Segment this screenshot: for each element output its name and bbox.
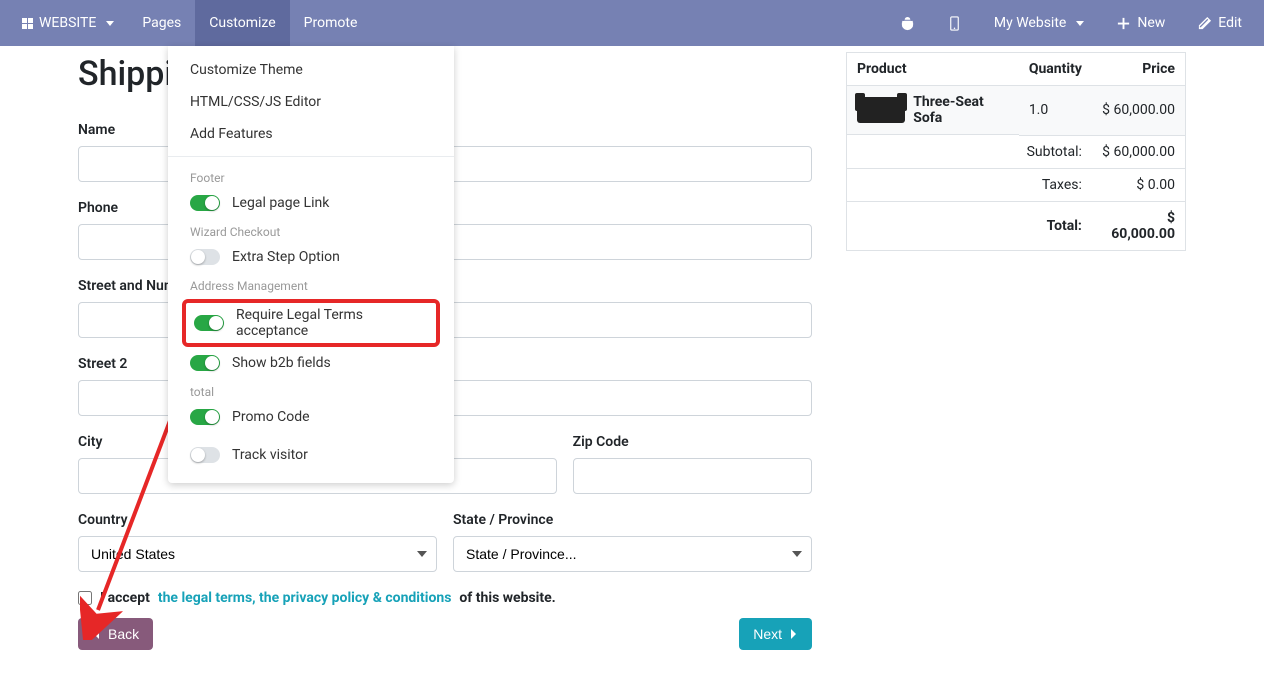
topbar-right: My Website New Edit: [886, 0, 1256, 46]
col-qty: Quantity: [1019, 53, 1092, 86]
taxes-label: Taxes:: [847, 168, 1092, 201]
col-price: Price: [1092, 53, 1186, 86]
accept-prefix: I accept: [100, 590, 150, 606]
taxes-row: Taxes: $ 0.00: [847, 168, 1186, 201]
dd-label: Add Features: [190, 126, 273, 142]
taxes-value: $ 0.00: [1092, 168, 1186, 201]
subtotal-value: $ 60,000.00: [1092, 135, 1186, 168]
dd-section-address: Address Management: [168, 271, 454, 297]
promote-menu[interactable]: Promote: [290, 0, 372, 46]
dd-legal-page-link[interactable]: Legal page Link: [168, 189, 454, 217]
order-table: Product Quantity Price Three-Seat Sofa 1…: [846, 52, 1186, 251]
dd-html-editor[interactable]: HTML/CSS/JS Editor: [168, 86, 454, 118]
top-navbar: WEBSITE Pages Customize Promote My Websi…: [0, 0, 1264, 46]
chevron-left-icon: [92, 628, 102, 640]
dd-section-total: total: [168, 377, 454, 403]
dd-label: Promo Code: [232, 409, 310, 425]
dd-label: Show b2b fields: [232, 355, 331, 371]
dd-show-b2b[interactable]: Show b2b fields: [168, 349, 454, 377]
bug-button[interactable]: [886, 0, 929, 46]
toggle-on-icon: [190, 409, 220, 425]
toggle-on-icon: [190, 195, 220, 211]
dd-require-legal[interactable]: Require Legal Terms acceptance: [182, 299, 440, 347]
toggle-off-icon: [190, 249, 220, 265]
next-label: Next: [753, 626, 782, 642]
dd-section-footer: Footer: [168, 163, 454, 189]
back-label: Back: [108, 626, 139, 642]
total-value: $ 60,000.00: [1092, 201, 1186, 250]
toggle-on-icon: [190, 355, 220, 371]
chevron-down-icon: [1076, 21, 1084, 26]
promote-label: Promote: [304, 15, 358, 31]
dd-label: Customize Theme: [190, 62, 303, 78]
dd-promo-code[interactable]: Promo Code: [168, 403, 454, 431]
toggle-on-icon: [194, 315, 224, 331]
website-menu-label: WEBSITE: [39, 15, 96, 31]
zip-input[interactable]: [573, 458, 812, 494]
mobile-preview-button[interactable]: [933, 0, 976, 46]
dd-label: HTML/CSS/JS Editor: [190, 94, 321, 110]
country-label: Country: [78, 512, 437, 528]
new-button[interactable]: New: [1102, 0, 1179, 46]
dd-label: Require Legal Terms acceptance: [236, 307, 428, 339]
dd-customize-theme[interactable]: Customize Theme: [168, 54, 454, 86]
product-price: $ 60,000.00: [1092, 86, 1186, 136]
dd-track-visitor[interactable]: Track visitor: [168, 441, 454, 469]
col-product: Product: [847, 53, 1019, 86]
accept-terms-row: I accept the legal terms, the privacy po…: [78, 590, 812, 606]
my-website-menu[interactable]: My Website: [980, 0, 1098, 46]
divider: [168, 156, 454, 157]
product-qty: 1.0: [1019, 86, 1092, 136]
topbar-left: WEBSITE Pages Customize Promote: [8, 0, 371, 46]
subtotal-label: Subtotal:: [847, 135, 1092, 168]
total-label: Total:: [847, 201, 1092, 250]
customize-dropdown: Customize Theme HTML/CSS/JS Editor Add F…: [168, 46, 454, 483]
order-summary: Product Quantity Price Three-Seat Sofa 1…: [846, 46, 1186, 650]
dd-label: Track visitor: [232, 447, 308, 463]
dd-label: Extra Step Option: [232, 249, 340, 265]
chevron-down-icon: [106, 21, 114, 26]
dd-extra-step[interactable]: Extra Step Option: [168, 243, 454, 271]
my-website-label: My Website: [994, 15, 1066, 31]
zip-label: Zip Code: [573, 434, 812, 450]
pencil-icon: [1197, 16, 1212, 31]
mobile-icon: [947, 16, 962, 31]
dd-section-wizard: Wizard Checkout: [168, 217, 454, 243]
total-row: Total: $ 60,000.00: [847, 201, 1186, 250]
pages-menu[interactable]: Pages: [128, 0, 195, 46]
dd-add-features[interactable]: Add Features: [168, 118, 454, 150]
back-button[interactable]: Back: [78, 618, 153, 650]
table-row: Three-Seat Sofa 1.0 $ 60,000.00: [847, 86, 1186, 136]
customize-menu[interactable]: Customize: [195, 0, 289, 46]
product-thumb: [857, 97, 905, 123]
accept-terms-checkbox[interactable]: [78, 591, 92, 605]
toggle-off-icon: [190, 447, 220, 463]
pages-label: Pages: [142, 15, 181, 31]
state-label: State / Province: [453, 512, 812, 528]
bug-icon: [900, 16, 915, 31]
edit-label: Edit: [1218, 15, 1242, 31]
product-name: Three-Seat Sofa: [913, 94, 1009, 126]
dd-label: Legal page Link: [232, 195, 329, 211]
chevron-right-icon: [788, 628, 798, 640]
grid-icon: [22, 18, 33, 29]
subtotal-row: Subtotal: $ 60,000.00: [847, 135, 1186, 168]
edit-button[interactable]: Edit: [1183, 0, 1256, 46]
state-select[interactable]: State / Province...: [453, 536, 812, 572]
country-select[interactable]: United States: [78, 536, 437, 572]
accept-suffix: of this website.: [459, 590, 555, 606]
new-label: New: [1137, 15, 1165, 31]
website-menu[interactable]: WEBSITE: [8, 0, 128, 46]
next-button[interactable]: Next: [739, 618, 812, 650]
plus-icon: [1116, 16, 1131, 31]
legal-terms-link[interactable]: the legal terms, the privacy policy & co…: [158, 590, 452, 606]
customize-label: Customize: [209, 15, 275, 31]
